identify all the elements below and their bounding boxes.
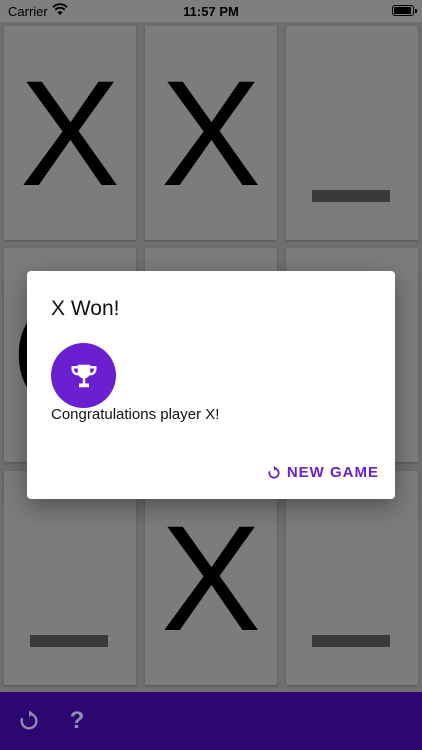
x-mark: X — [19, 49, 121, 217]
empty-cell-indicator — [312, 190, 390, 202]
x-mark: X — [160, 494, 262, 662]
dialog-title: X Won! — [51, 297, 120, 320]
new-game-button[interactable]: NEW GAME — [267, 464, 379, 481]
x-mark: X — [160, 49, 262, 217]
board-cell-8[interactable]: X — [145, 471, 277, 685]
dialog-message: Congratulations player X! — [51, 406, 220, 423]
empty-cell-indicator — [30, 635, 108, 647]
refresh-icon[interactable] — [14, 706, 44, 736]
board-cell-2[interactable]: X — [145, 26, 277, 240]
trophy-icon — [51, 343, 116, 408]
board-cell-7[interactable] — [4, 471, 136, 685]
battery-icon — [392, 5, 417, 16]
result-dialog: X Won! Congratulations player X! NEW GAM… — [27, 271, 395, 499]
board-cell-3[interactable] — [286, 26, 418, 240]
new-game-label: NEW GAME — [286, 464, 379, 481]
board-cell-9[interactable] — [286, 471, 418, 685]
help-label: ? — [69, 707, 85, 734]
help-button[interactable]: ? — [62, 706, 92, 736]
status-bar: Carrier 11:57 PM — [0, 0, 422, 22]
empty-cell-indicator — [312, 635, 390, 647]
clock: 11:57 PM — [183, 4, 239, 19]
refresh-icon — [268, 465, 280, 478]
bottom-toolbar: ? — [0, 692, 422, 750]
board-cell-1[interactable]: X — [4, 26, 136, 240]
